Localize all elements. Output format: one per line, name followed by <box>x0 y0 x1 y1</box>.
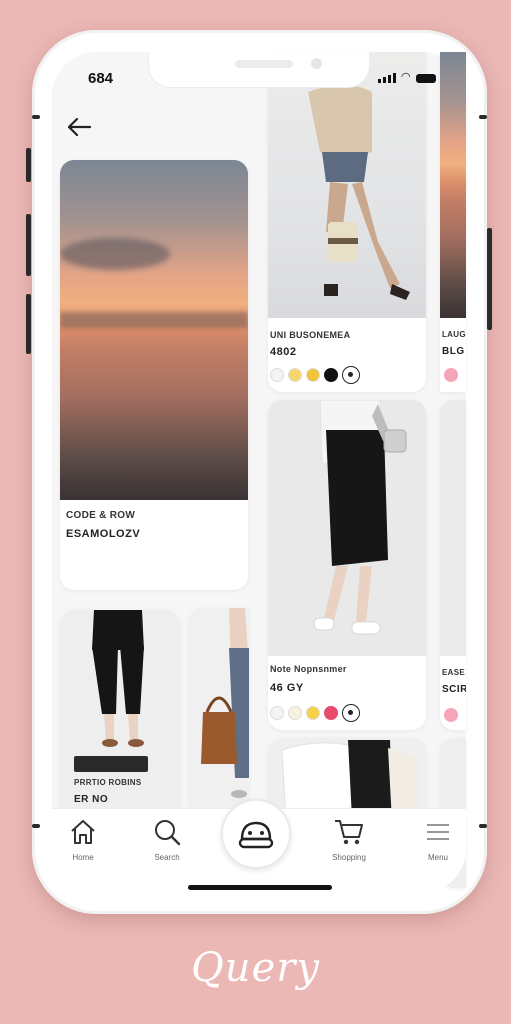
color-swatches <box>270 366 360 384</box>
product-card-pencil-skirt[interactable]: Note Nopnsnmer 46 GY <box>268 400 426 730</box>
frame-mark-left-bottom <box>32 824 40 828</box>
speaker <box>235 60 293 68</box>
swatch[interactable] <box>444 368 458 382</box>
tab-search[interactable]: Search <box>136 817 198 862</box>
volume-down-button <box>26 214 31 276</box>
battery-icon <box>415 74 436 83</box>
frame-mark-right-bottom <box>479 824 487 828</box>
tab-label: Search <box>154 853 180 862</box>
tab-label: Home <box>72 853 94 862</box>
model-figure-trousers <box>92 610 144 747</box>
swatch[interactable] <box>270 368 284 382</box>
tab-home[interactable]: Home <box>52 817 114 862</box>
signal-icon <box>378 73 396 83</box>
product-title: EASE <box>442 668 465 677</box>
brand-wordmark: Query <box>191 945 320 991</box>
swatch[interactable] <box>288 368 302 382</box>
frame-mark-left-top <box>32 115 40 119</box>
tab-menu[interactable]: Menu <box>407 817 469 862</box>
back-button[interactable] <box>66 116 92 145</box>
swatch[interactable] <box>324 706 338 720</box>
tab-label: Shopping <box>332 853 366 862</box>
horizon-line <box>60 312 248 328</box>
product-card-trousers[interactable]: PRRTIO ROBINS ER NO <box>60 610 180 820</box>
product-price: 46 GY <box>270 682 304 694</box>
sunset-photo <box>60 160 248 500</box>
product-price: BLG <box>442 346 465 357</box>
product-card-tote-bag[interactable] <box>189 608 249 818</box>
cart-icon <box>335 820 363 845</box>
color-swatches <box>270 704 360 722</box>
cloud-shape <box>60 238 170 270</box>
product-card-knit-top[interactable]: UNI BUSONEMEA 4802 <box>268 52 426 392</box>
volume-up-button <box>26 148 31 182</box>
notch <box>148 52 370 88</box>
product-card-edge-2[interactable]: EASE SCIR <box>440 400 466 730</box>
tab-bag-center[interactable] <box>221 799 291 869</box>
menu-icon <box>427 824 449 840</box>
tab-shopping[interactable]: Shopping <box>318 817 380 862</box>
bottom-tab-bar: Home Search Shopping Menu <box>52 799 469 893</box>
product-tag <box>74 756 148 772</box>
more-colors-button[interactable] <box>342 366 360 384</box>
arrow-left-icon <box>67 117 92 137</box>
model-figure-bag <box>201 608 249 798</box>
product-subtitle: ESAMOLOZV <box>66 528 141 540</box>
pencil-skirt-photo <box>268 400 426 656</box>
swatch[interactable] <box>270 706 284 720</box>
knit-top-photo <box>268 52 426 318</box>
swatch[interactable] <box>306 706 320 720</box>
model-figure-knit <box>308 85 410 300</box>
wifi-icon: ◠ <box>401 71 411 83</box>
product-card-sunset[interactable]: CODE & ROW ESAMOLOZV <box>60 160 248 590</box>
frame-mark-right-top <box>479 115 487 119</box>
swatch[interactable] <box>444 708 458 722</box>
home-indicator <box>188 885 332 890</box>
swatch[interactable] <box>288 706 302 720</box>
bag-icon <box>238 821 274 849</box>
tab-label: Menu <box>427 853 448 862</box>
product-title: LAUG <box>442 330 466 339</box>
silent-switch <box>26 294 31 354</box>
swatch[interactable] <box>324 368 338 382</box>
search-icon <box>155 820 181 846</box>
product-title: CODE & ROW <box>66 510 136 521</box>
product-title: UNI BUSONEMEA <box>270 330 351 340</box>
edge-photo-2 <box>440 400 466 656</box>
product-price: SCIR <box>442 684 466 695</box>
product-title: Note Nopnsnmer <box>270 664 347 674</box>
product-price: ER NO <box>74 794 109 805</box>
home-icon <box>71 820 95 844</box>
power-button <box>487 228 492 330</box>
status-icons: ◠ <box>378 72 436 83</box>
model-figure-skirt <box>313 400 407 635</box>
status-time: 684 <box>88 70 114 87</box>
product-title: PRRTIO ROBINS <box>74 778 142 787</box>
more-colors-button[interactable] <box>342 704 360 722</box>
front-camera <box>311 58 322 69</box>
product-price: 4802 <box>270 346 297 358</box>
swatch[interactable] <box>306 368 320 382</box>
tote-bag-photo <box>189 608 249 818</box>
product-card-edge-1[interactable]: LAUG BLG <box>440 52 466 392</box>
edge-photo-1 <box>440 52 466 318</box>
trousers-photo <box>60 610 180 820</box>
